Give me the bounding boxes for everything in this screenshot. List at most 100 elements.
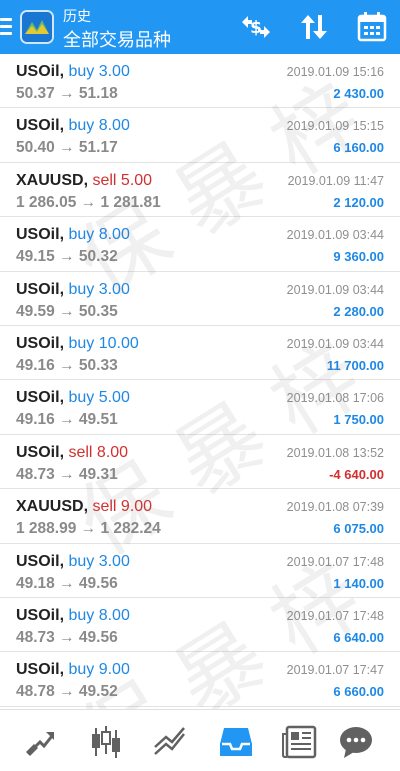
deal-symbol: USOil, buy 5.00 [16, 389, 130, 407]
page-subtitle: 历史 [63, 8, 91, 24]
tab-chart[interactable] [86, 722, 126, 762]
deal-symbol: USOil, buy 3.00 [16, 63, 130, 81]
sort-button[interactable] [296, 10, 332, 44]
deal-prices: 48.73 → 49.31 [16, 465, 118, 483]
deal-time: 2019.01.08 13:52 [286, 445, 384, 460]
tab-history[interactable] [216, 722, 256, 762]
deal-row[interactable]: USOil, buy 8.00 49.15 → 50.32 2019.01.09 0… [0, 217, 400, 272]
currency-swap-icon: $ [242, 16, 270, 38]
deal-direction: buy 10.00 [68, 334, 139, 352]
symbol-name: USOil, [16, 226, 65, 244]
deal-row[interactable]: USOil, sell 8.00 48.73 → 49.31 2019.01.08 … [0, 435, 400, 490]
symbol-name: USOil, [16, 389, 65, 407]
deal-profit: 11 700.00 [326, 357, 384, 373]
deal-row[interactable]: USOil, buy 3.00 49.18 → 49.56 2019.01.07 1… [0, 544, 400, 598]
deal-row[interactable]: USOil, buy 10.00 49.16 → 50.33 2019.01.09 … [0, 326, 400, 381]
deal-row[interactable]: XAUUSD, sell 9.00 1 288.99 → 1 282.24 2019… [0, 489, 400, 544]
deal-direction: buy 8.00 [68, 226, 130, 244]
deal-profit: 6 160.00 [333, 140, 384, 156]
deal-prices: 49.59 → 50.35 [16, 302, 118, 320]
line-chart-icon [154, 727, 185, 755]
deal-row[interactable]: USOil, buy 3.00 49.59 → 50.35 2019.01.09 0… [0, 272, 400, 326]
deal-time: 2019.01.09 15:15 [286, 119, 384, 134]
tab-news[interactable] [280, 722, 320, 762]
tab-trade[interactable] [150, 722, 190, 762]
tab-chat[interactable] [336, 722, 376, 762]
history-list: USOil, buy 3.00 50.37 → 51.18 2019.01.09 1… [0, 54, 400, 707]
deal-time: 2019.01.09 03:44 [286, 282, 384, 297]
deal-profit: 2 430.00 [333, 86, 384, 101]
symbol-name: USOil, [16, 63, 65, 80]
currency-sort-button[interactable]: $ [238, 10, 274, 44]
deal-direction: buy 3.00 [68, 280, 130, 298]
deal-prices: 49.15 → 50.32 [16, 248, 118, 266]
newspaper-icon [282, 725, 317, 759]
deal-direction: buy 8.00 [68, 606, 130, 624]
deal-prices: 50.40 → 51.17 [16, 139, 118, 157]
deal-direction: buy 3.00 [68, 552, 130, 570]
deal-row[interactable]: USOil, buy 8.00 48.73 → 49.56 2019.01.07 1… [0, 598, 400, 653]
deal-profit: 1 750.00 [333, 412, 384, 428]
deal-time: 2019.01.09 15:16 [286, 65, 384, 79]
deal-prices: 1 288.99 → 1 282.24 [16, 520, 161, 538]
deal-symbol: USOil, sell 8.00 [16, 444, 128, 462]
deal-row[interactable]: XAUUSD, sell 5.00 1 286.05 → 1 281.81 2019… [0, 163, 400, 218]
calendar-icon [357, 12, 387, 42]
symbol-name: USOil, [16, 334, 65, 352]
deal-symbol: USOil, buy 3.00 [16, 281, 130, 299]
deal-prices: 50.37 → 51.18 [16, 85, 118, 102]
symbol-name: USOil, [16, 606, 65, 624]
deal-prices: 49.18 → 49.56 [16, 574, 118, 592]
deal-profit: 6 640.00 [333, 629, 384, 645]
deal-time: 2019.01.07 17:47 [286, 663, 384, 678]
deal-symbol: XAUUSD, sell 5.00 [16, 172, 152, 190]
deal-time: 2019.01.09 03:44 [286, 228, 384, 243]
deal-direction: buy 9.00 [68, 661, 130, 679]
deal-direction: buy 8.00 [68, 117, 130, 135]
deal-row[interactable]: USOil, buy 5.00 49.16 → 49.51 2019.01.08 1… [0, 380, 400, 435]
deal-row[interactable]: USOil, buy 8.00 50.40 → 51.17 2019.01.09 1… [0, 108, 400, 163]
deal-prices: 49.16 → 50.33 [16, 356, 118, 374]
deal-profit: 1 140.00 [333, 575, 384, 591]
deal-time: 2019.01.08 07:39 [286, 500, 384, 515]
svg-text:$: $ [250, 18, 262, 38]
inbox-tray-icon [220, 728, 252, 756]
deal-symbol: XAUUSD, sell 9.00 [16, 498, 152, 516]
deal-direction: sell 9.00 [92, 498, 153, 516]
symbol-name: USOil, [16, 443, 65, 461]
deal-prices: 48.78 → 49.52 [16, 683, 118, 701]
symbol-name: USOil, [16, 117, 65, 135]
sort-arrows-icon [301, 15, 327, 39]
symbol-name: USOil, [16, 280, 65, 298]
deal-profit: 2 280.00 [333, 303, 384, 319]
deal-time: 2019.01.07 17:48 [286, 608, 384, 623]
deal-prices: 49.16 → 49.51 [16, 411, 118, 429]
symbol-name: XAUUSD, [16, 498, 89, 516]
deal-symbol: USOil, buy 8.00 [16, 226, 130, 244]
candlestick-icon [92, 726, 120, 758]
deal-symbol: USOil, buy 3.00 [16, 553, 130, 571]
deal-profit: 6 660.00 [333, 684, 384, 700]
symbol-name: USOil, [16, 661, 65, 679]
symbol-name: XAUUSD, [16, 171, 89, 189]
deal-direction: sell 8.00 [68, 443, 129, 461]
deal-prices: 1 286.05 → 1 281.81 [16, 193, 161, 211]
deal-profit: 9 360.00 [333, 249, 384, 265]
deal-symbol: USOil, buy 9.00 [16, 661, 130, 679]
deal-row[interactable]: USOil, buy 3.00 50.37 → 51.18 2019.01.09 1… [0, 54, 400, 109]
deal-symbol: USOil, buy 8.00 [16, 117, 130, 135]
deal-row[interactable]: USOil, buy 9.00 48.78 → 49.52 2019.01.07 1… [0, 652, 400, 707]
deal-direction: sell 5.00 [92, 171, 153, 189]
deal-time: 2019.01.09 03:44 [286, 336, 384, 351]
page-title[interactable]: 全部交易品种 [63, 26, 171, 52]
deal-direction: buy 3.00 [68, 63, 130, 80]
deal-symbol: USOil, buy 10.00 [16, 335, 139, 353]
app-bar: 历史 全部交易品种 $ [0, 0, 400, 54]
menu-icon[interactable] [0, 12, 14, 42]
calendar-button[interactable] [354, 10, 390, 44]
deal-time: 2019.01.08 17:06 [286, 391, 384, 406]
deal-profit: 2 120.00 [333, 194, 384, 210]
bottom-navigation [0, 709, 400, 771]
deal-profit: -4 640.00 [329, 466, 384, 482]
tab-quotes[interactable] [20, 722, 60, 762]
